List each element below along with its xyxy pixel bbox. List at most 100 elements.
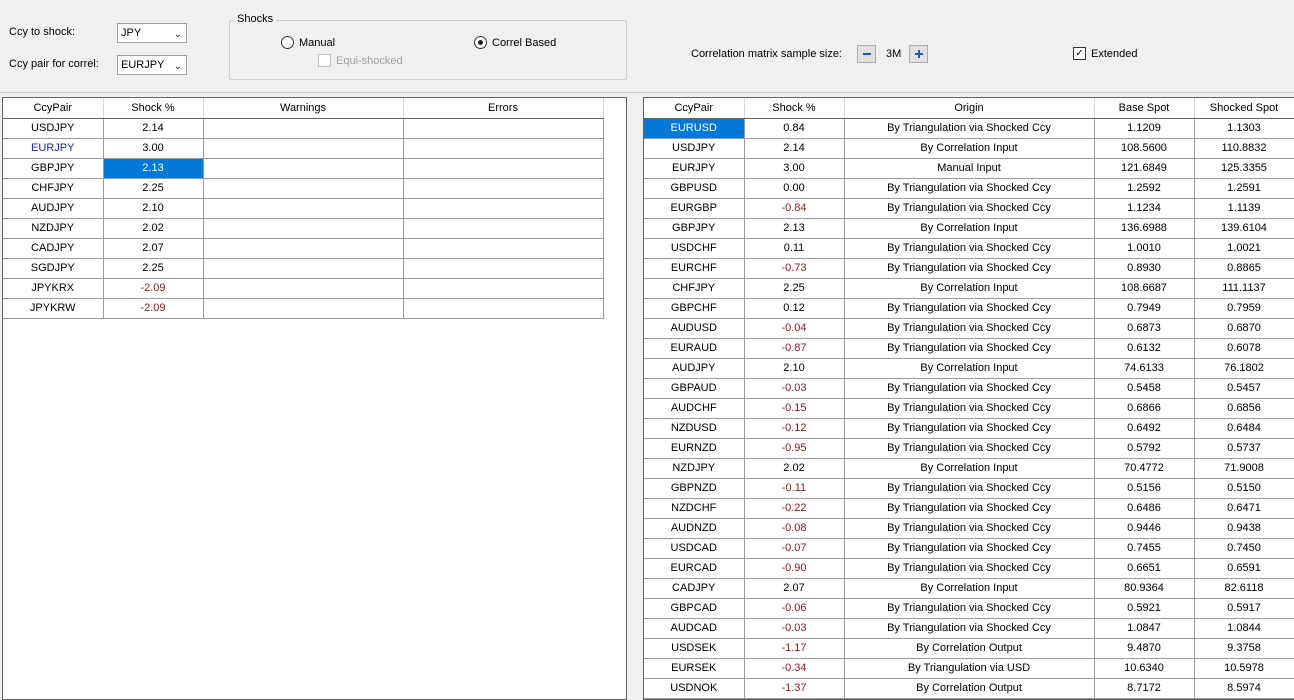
table-row[interactable]: GBPUSD 0.00 By Triangulation via Shocked C… <box>644 178 1294 199</box>
ccypair-cell[interactable]: AUDUSD <box>644 318 745 339</box>
errors-cell[interactable] <box>403 218 604 239</box>
base-spot-cell[interactable]: 8.7172 <box>1094 678 1195 699</box>
errors-cell[interactable] <box>403 198 604 219</box>
base-spot-cell[interactable]: 1.0010 <box>1094 238 1195 259</box>
shocked-spot-cell[interactable]: 0.6484 <box>1194 418 1294 439</box>
ccypair-cell[interactable]: EURUSD <box>644 118 745 139</box>
ccypair-cell[interactable]: JPYKRW <box>3 298 104 319</box>
warnings-cell[interactable] <box>203 178 404 199</box>
origin-cell[interactable]: By Triangulation via Shocked Ccy <box>844 238 1095 259</box>
shock-cell[interactable]: 2.07 <box>744 578 845 599</box>
shock-cell[interactable]: 2.14 <box>744 138 845 159</box>
warnings-cell[interactable] <box>203 158 404 179</box>
table-row[interactable]: USDJPY 2.14 By Correlation Input 108.5600 11… <box>644 138 1294 159</box>
errors-cell[interactable] <box>403 238 604 259</box>
shock-cell[interactable]: -0.04 <box>744 318 845 339</box>
table-row[interactable]: AUDCHF -0.15 By Triangulation via Shocked … <box>644 398 1294 419</box>
shocked-spot-cell[interactable]: 9.3758 <box>1194 638 1294 659</box>
origin-cell[interactable]: Manual Input <box>844 158 1095 179</box>
table-row[interactable]: AUDNZD -0.08 By Triangulation via Shocked … <box>644 518 1294 539</box>
col-header-ccypair[interactable]: CcyPair <box>3 98 104 119</box>
base-spot-cell[interactable]: 0.5921 <box>1094 598 1195 619</box>
shock-cell[interactable]: -0.73 <box>744 258 845 279</box>
table-row[interactable]: EURGBP -0.84 By Triangulation via Shocked … <box>644 198 1294 219</box>
table-row[interactable]: AUDJPY 2.10 <box>3 198 604 219</box>
shocked-spot-cell[interactable]: 82.6118 <box>1194 578 1294 599</box>
ccypair-cell[interactable]: EURAUD <box>644 338 745 359</box>
ccypair-cell[interactable]: USDCHF <box>644 238 745 259</box>
table-row[interactable]: EURUSD 0.84 By Triangulation via Shocked C… <box>644 118 1294 139</box>
ccypair-cell[interactable]: USDNOK <box>644 678 745 699</box>
ccypair-cell[interactable]: EURCAD <box>644 558 745 579</box>
manual-radio[interactable] <box>281 36 294 49</box>
origin-cell[interactable]: By Triangulation via Shocked Ccy <box>844 318 1095 339</box>
origin-cell[interactable]: By Triangulation via Shocked Ccy <box>844 258 1095 279</box>
table-row[interactable]: GBPAUD -0.03 By Triangulation via Shocked … <box>644 378 1294 399</box>
base-spot-cell[interactable]: 0.6651 <box>1094 558 1195 579</box>
base-spot-cell[interactable]: 0.5156 <box>1094 478 1195 499</box>
base-spot-cell[interactable]: 70.4772 <box>1094 458 1195 479</box>
table-row[interactable]: CHFJPY 2.25 <box>3 178 604 199</box>
table-row[interactable]: GBPCAD -0.06 By Triangulation via Shocked … <box>644 598 1294 619</box>
origin-cell[interactable]: By Triangulation via Shocked Ccy <box>844 558 1095 579</box>
table-row[interactable]: NZDCHF -0.22 By Triangulation via Shocked … <box>644 498 1294 519</box>
table-row[interactable]: AUDUSD -0.04 By Triangulation via Shocked … <box>644 318 1294 339</box>
origin-cell[interactable]: By Triangulation via Shocked Ccy <box>844 418 1095 439</box>
base-spot-cell[interactable]: 1.1209 <box>1094 118 1195 139</box>
ccypair-cell[interactable]: AUDNZD <box>644 518 745 539</box>
ccypair-cell[interactable]: USDCAD <box>644 538 745 559</box>
shock-cell[interactable]: 2.02 <box>744 458 845 479</box>
base-spot-cell[interactable]: 9.4870 <box>1094 638 1195 659</box>
shock-cell[interactable]: 2.02 <box>103 218 204 239</box>
ccypair-cell[interactable]: EURGBP <box>644 198 745 219</box>
base-spot-cell[interactable]: 0.5792 <box>1094 438 1195 459</box>
table-row[interactable]: NZDJPY 2.02 <box>3 218 604 239</box>
errors-cell[interactable] <box>403 278 604 299</box>
shock-cell[interactable]: 2.25 <box>744 278 845 299</box>
col-header-warnings[interactable]: Warnings <box>203 98 404 119</box>
shocked-spot-cell[interactable]: 0.7450 <box>1194 538 1294 559</box>
extended-checkbox[interactable]: ✓ <box>1073 47 1086 60</box>
shocked-spot-cell[interactable]: 0.6471 <box>1194 498 1294 519</box>
ccypair-cell[interactable]: GBPCAD <box>644 598 745 619</box>
col-header-origin[interactable]: Origin <box>844 98 1095 119</box>
origin-cell[interactable]: By Correlation Input <box>844 138 1095 159</box>
warnings-cell[interactable] <box>203 238 404 259</box>
shock-cell[interactable]: 0.11 <box>744 238 845 259</box>
shock-cell[interactable]: -0.95 <box>744 438 845 459</box>
increase-sample-button[interactable] <box>909 45 928 63</box>
shocked-spot-cell[interactable]: 0.5457 <box>1194 378 1294 399</box>
base-spot-cell[interactable]: 10.6340 <box>1094 658 1195 679</box>
ccypair-cell[interactable]: GBPAUD <box>644 378 745 399</box>
origin-cell[interactable]: By Triangulation via Shocked Ccy <box>844 618 1095 639</box>
warnings-cell[interactable] <box>203 258 404 279</box>
ccypair-cell[interactable]: AUDJPY <box>644 358 745 379</box>
origin-cell[interactable]: By Triangulation via Shocked Ccy <box>844 518 1095 539</box>
shocked-spot-cell[interactable]: 0.5917 <box>1194 598 1294 619</box>
shock-cell[interactable]: -0.03 <box>744 378 845 399</box>
base-spot-cell[interactable]: 121.6849 <box>1094 158 1195 179</box>
origin-cell[interactable]: By Correlation Input <box>844 278 1095 299</box>
shock-cell[interactable]: -1.37 <box>744 678 845 699</box>
shock-cell[interactable]: 2.10 <box>744 358 845 379</box>
base-spot-cell[interactable]: 74.6133 <box>1094 358 1195 379</box>
shock-cell[interactable]: 2.25 <box>103 258 204 279</box>
shock-cell[interactable]: -0.84 <box>744 198 845 219</box>
shock-cell[interactable]: 2.25 <box>103 178 204 199</box>
shock-results-grid[interactable]: CcyPair Shock % Origin Base Spot Shocked… <box>643 97 1294 700</box>
shocked-spot-cell[interactable]: 0.9438 <box>1194 518 1294 539</box>
shocked-spot-cell[interactable]: 1.0021 <box>1194 238 1294 259</box>
ccy-to-shock-select[interactable]: JPY ⌄ <box>117 23 187 43</box>
origin-cell[interactable]: By Triangulation via Shocked Ccy <box>844 178 1095 199</box>
origin-cell[interactable]: By Triangulation via Shocked Ccy <box>844 398 1095 419</box>
col-header-shocked-spot[interactable]: Shocked Spot <box>1194 98 1294 119</box>
origin-cell[interactable]: By Correlation Output <box>844 638 1095 659</box>
ccypair-cell[interactable]: CADJPY <box>644 578 745 599</box>
col-header-base-spot[interactable]: Base Spot <box>1094 98 1195 119</box>
origin-cell[interactable]: By Correlation Output <box>844 678 1095 699</box>
shock-input-grid[interactable]: CcyPair Shock % Warnings Errors USDJPY 2.… <box>2 97 627 700</box>
warnings-cell[interactable] <box>203 138 404 159</box>
base-spot-cell[interactable]: 0.6486 <box>1094 498 1195 519</box>
table-row[interactable]: AUDJPY 2.10 By Correlation Input 74.6133 76.… <box>644 358 1294 379</box>
table-row[interactable]: JPYKRW -2.09 <box>3 298 604 319</box>
